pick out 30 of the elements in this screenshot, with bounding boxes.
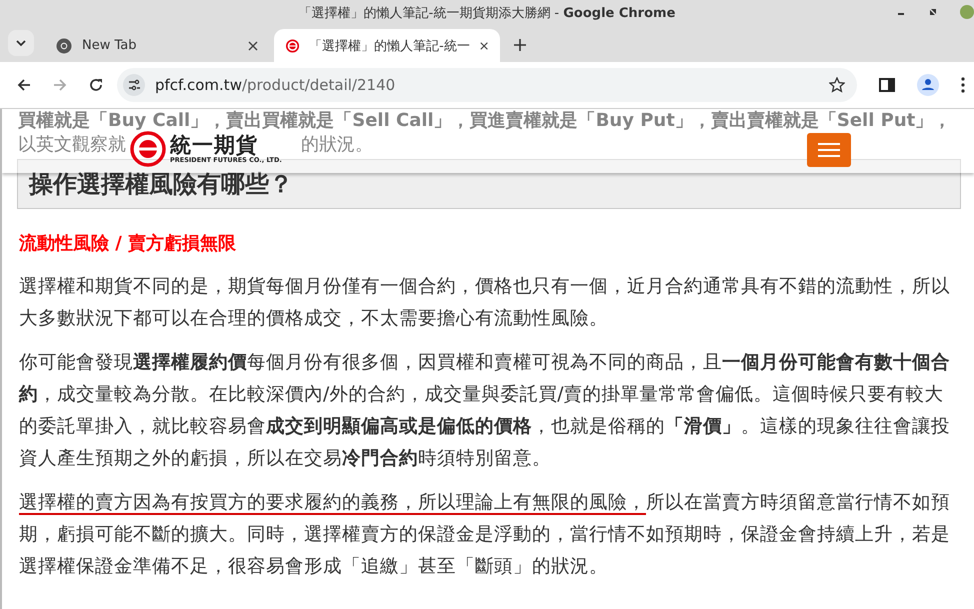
- paragraph-text: 選擇權和期貨不同的是，期貨每個月份僅有一個合約，價格也只有一個，近月合約通常具有不錯的流動性，所以大多數狀況下都可以在合理的價格成交，不太需要擔心有流動性風險。: [19, 275, 951, 331]
- chrome-icon: [56, 38, 72, 54]
- tab-list-button[interactable]: [8, 30, 34, 56]
- menu-icon[interactable]: [961, 77, 965, 93]
- paragraph-text: 你可能會發現選擇權履約價每個月份有很多個，因買權和賣權可視為不同的商品，且一個月份可能會有數十個合約，成交量較為分散。在比較深價內/外的合約，成交量與委託買/賣的掛單量常常會偏低。這個時候只要有較大的委託單掛入，就比較容易會成交到明顯偏高或是偏低的價格，也就是俗稱的「滑價」。這樣的現象往往會讓投資人產生預期之外的虧損，所以在交易冷門合約時須特別留意。: [19, 351, 951, 471]
- window-title: 「選擇權」的懶人筆記-統一期貨期添大勝網 - Google Chrome: [298, 4, 676, 22]
- logo-name: 統一期貨: [170, 134, 259, 156]
- menu-icon: [818, 143, 840, 157]
- close-icon[interactable]: [480, 40, 488, 50]
- new-tab-icon[interactable]: [514, 39, 526, 51]
- paragraph-text: 以英文觀察就: [18, 133, 126, 157]
- browser-tab[interactable]: New Tab: [44, 29, 270, 62]
- restore-icon[interactable]: [928, 7, 938, 17]
- site-logo-icon: [286, 38, 300, 54]
- site-settings-icon[interactable]: [123, 74, 145, 96]
- address-bar[interactable]: pfcf.com.tw/product/detail/2140: [117, 68, 857, 102]
- close-icon[interactable]: [248, 40, 258, 50]
- logo-icon: [130, 131, 166, 167]
- subheading: 流動性風險 / 賣方虧損無限: [19, 232, 238, 256]
- reload-icon[interactable]: [89, 78, 103, 92]
- menu-button[interactable]: [807, 133, 851, 167]
- profile-icon[interactable]: [917, 74, 939, 96]
- paragraph-text: 選擇權的賣方因為有按買方的要求履約的義務，所以理論上有無限的風險，所以在當賣方時須留意當行情不如預期，虧損可能不斷的擴大。同時，選擇權賣方的保證金是浮動的，當行情不如預期時，保證金會持續上升，若是選擇權保證金準備不足，很容易會形成「追繳」甚至「斷頭」的狀況。: [19, 491, 951, 579]
- browser-tab[interactable]: 「選擇權」的懶人筆記-統一: [274, 29, 500, 62]
- paragraph-text: 的狀況。: [301, 133, 373, 157]
- caret-icon: [16, 39, 26, 47]
- bookmark-star-icon[interactable]: [829, 77, 845, 93]
- back-icon[interactable]: [17, 78, 31, 92]
- side-panel-icon[interactable]: [879, 78, 895, 92]
- paragraph-text: 買權就是「Buy Call」，賣出買權就是「Sell Call」，買進賣權就是「Buy Put」，賣出賣權就是「Sell Put」，: [18, 111, 952, 131]
